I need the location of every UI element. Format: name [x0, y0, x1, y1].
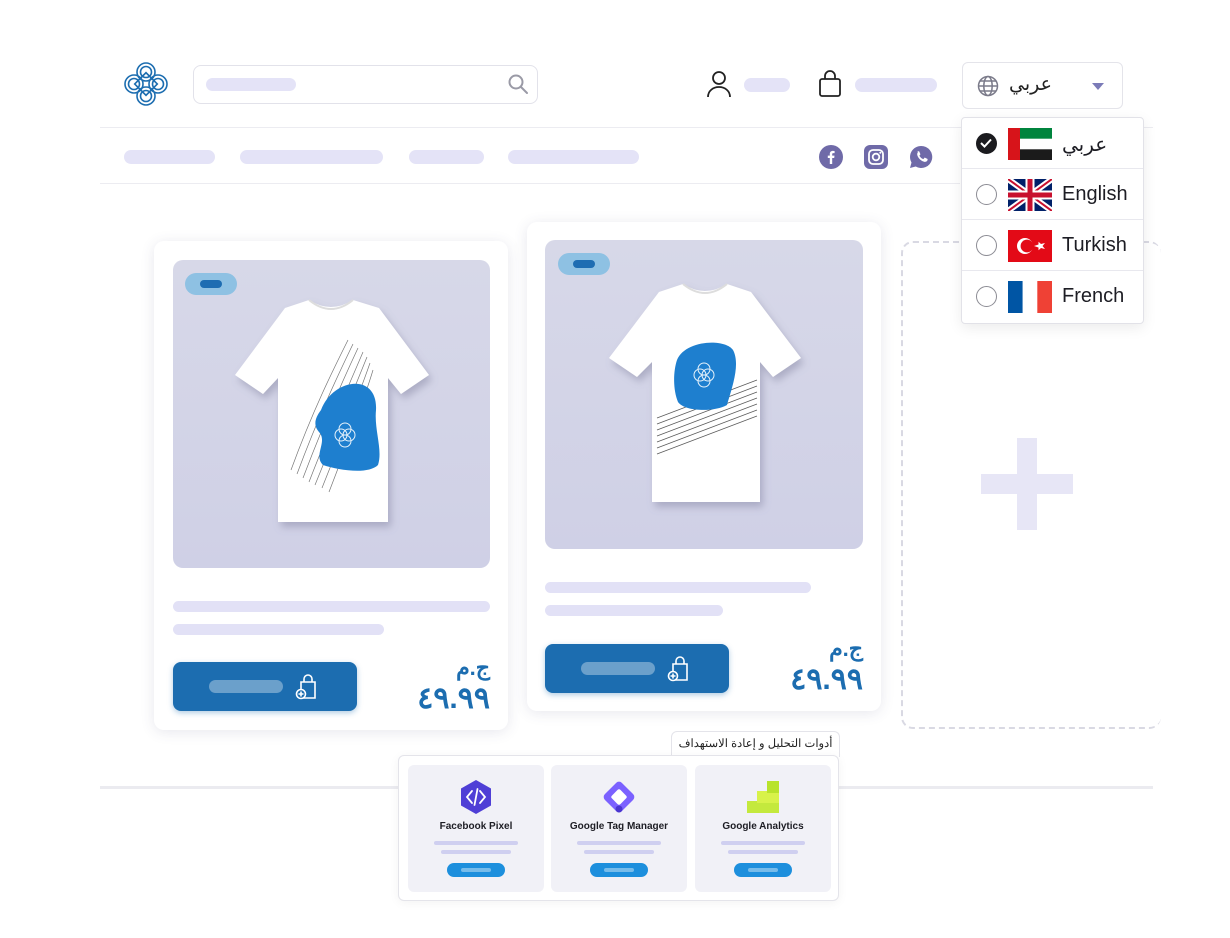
- tool-button[interactable]: [734, 863, 792, 877]
- language-option-french[interactable]: French: [962, 271, 1143, 322]
- turkey-flag: [1008, 230, 1052, 262]
- language-option-english[interactable]: English: [962, 169, 1143, 220]
- add-to-cart-button[interactable]: [173, 662, 357, 711]
- shopping-bag-icon[interactable]: [818, 70, 842, 98]
- globe-icon: [977, 75, 999, 97]
- nav-divider: [100, 183, 960, 184]
- store-page: عربي ج.م ٤٩.٩٩ ج.م ٤٩.٩٩ عربي English Tu…: [0, 0, 1230, 938]
- product-image[interactable]: [545, 240, 863, 549]
- search-placeholder: [206, 78, 296, 91]
- knot-logo-icon[interactable]: [122, 60, 170, 108]
- product-card[interactable]: ج.م ٤٩.٩٩: [527, 222, 881, 711]
- product-image[interactable]: [173, 260, 490, 568]
- tshirt-image: [235, 299, 429, 522]
- product-title-placeholder: [545, 582, 811, 593]
- facebook-icon[interactable]: [819, 145, 843, 169]
- product-subtitle-placeholder: [173, 624, 384, 635]
- google-tag-manager-icon: [603, 781, 635, 813]
- tool-card-google-tag-manager[interactable]: Google Tag Manager: [551, 765, 687, 892]
- tool-name: Google Tag Manager: [569, 821, 669, 832]
- tool-card-facebook-pixel[interactable]: Facebook Pixel: [408, 765, 544, 892]
- analytics-tools-panel: Facebook Pixel Google Tag Manager Google…: [398, 755, 839, 901]
- nav-item-2[interactable]: [240, 150, 383, 164]
- radio-icon[interactable]: [976, 235, 997, 256]
- product-subtitle-placeholder: [545, 605, 723, 616]
- instagram-icon[interactable]: [864, 145, 888, 169]
- uae-flag: [1008, 128, 1052, 160]
- nav-item-1[interactable]: [124, 150, 215, 164]
- tool-button[interactable]: [447, 863, 505, 877]
- uk-flag: [1008, 179, 1052, 211]
- language-option-arabic[interactable]: عربي: [962, 118, 1143, 169]
- product-title-placeholder: [173, 601, 490, 612]
- language-dropdown: عربي English Turkish French: [961, 117, 1144, 324]
- google-analytics-icon: [747, 781, 779, 813]
- bag-plus-icon: [667, 656, 688, 682]
- product-badge: [185, 273, 237, 295]
- france-flag: [1008, 281, 1052, 313]
- product-currency: ج.م: [456, 655, 490, 680]
- tool-name: Google Analytics: [722, 821, 804, 832]
- product-badge: [558, 253, 610, 275]
- user-icon[interactable]: [706, 70, 732, 98]
- product-card[interactable]: ج.م ٤٩.٩٩: [154, 241, 508, 730]
- product-price: ٤٩.٩٩: [417, 682, 490, 715]
- nav-item-4[interactable]: [508, 150, 639, 164]
- product-currency: ج.م: [829, 636, 863, 661]
- cart-label-placeholder[interactable]: [855, 78, 937, 92]
- radio-icon[interactable]: [976, 286, 997, 307]
- tool-name: Facebook Pixel: [439, 821, 513, 832]
- search-input[interactable]: [193, 65, 538, 104]
- nav-item-3[interactable]: [409, 150, 484, 164]
- plus-icon[interactable]: [981, 438, 1073, 530]
- language-select[interactable]: عربي: [962, 62, 1123, 109]
- facebook-pixel-icon: [461, 780, 491, 814]
- checked-radio-icon[interactable]: [976, 133, 997, 154]
- language-option-label: English: [1062, 183, 1128, 205]
- language-option-turkish[interactable]: Turkish: [962, 220, 1143, 271]
- product-price: ٤٩.٩٩: [790, 663, 863, 696]
- language-option-label: French: [1062, 285, 1125, 307]
- search-icon[interactable]: [507, 73, 529, 95]
- chevron-down-icon: [1092, 83, 1104, 90]
- language-option-label: عربي: [1062, 134, 1108, 156]
- language-option-label: Turkish: [1062, 234, 1127, 256]
- tool-card-google-analytics[interactable]: Google Analytics: [695, 765, 831, 892]
- add-to-cart-button[interactable]: [545, 644, 729, 693]
- account-label-placeholder[interactable]: [744, 78, 790, 92]
- tools-title: أدوات التحليل و إعادة الاستهداف: [671, 731, 840, 757]
- tool-button[interactable]: [590, 863, 648, 877]
- whatsapp-icon[interactable]: [909, 145, 933, 169]
- language-select-value: عربي: [1009, 74, 1052, 95]
- radio-icon[interactable]: [976, 184, 997, 205]
- tshirt-image: [609, 283, 801, 502]
- bag-plus-icon: [295, 674, 316, 700]
